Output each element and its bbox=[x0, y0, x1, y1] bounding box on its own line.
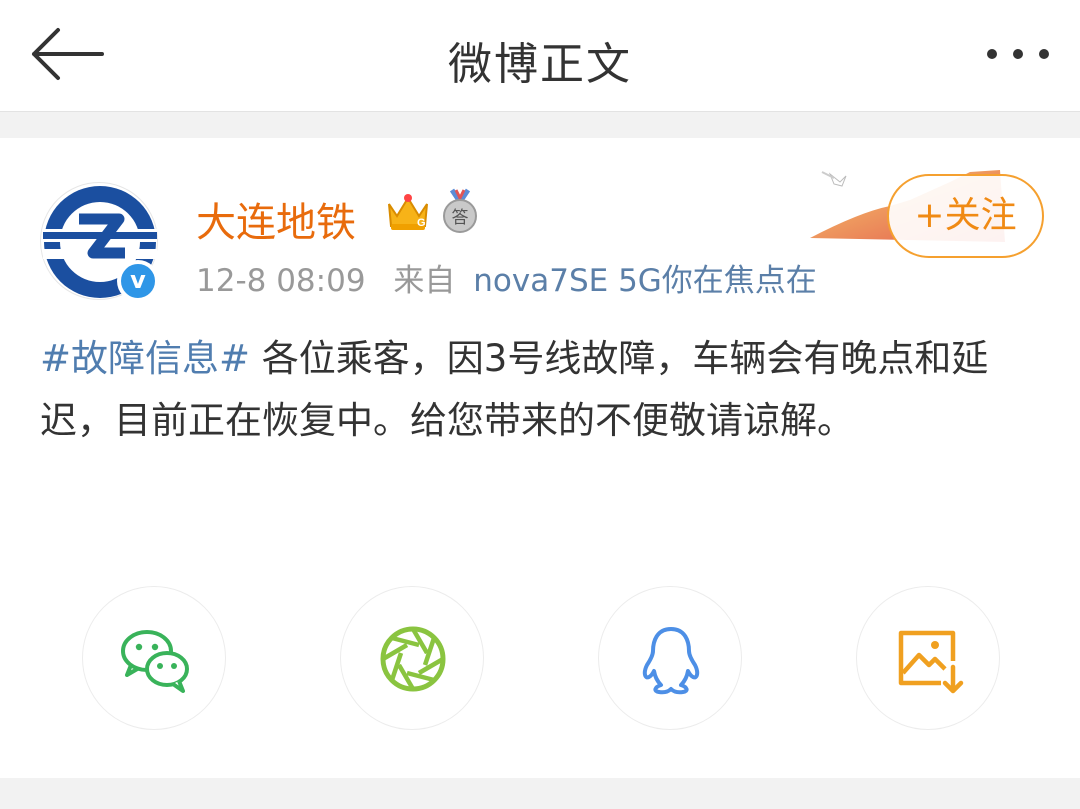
author-name[interactable]: 大连地铁 bbox=[196, 190, 356, 248]
crown-member-icon[interactable]: G bbox=[385, 190, 431, 234]
wechat-icon bbox=[121, 630, 189, 693]
save-image-icon bbox=[898, 630, 964, 694]
share-wechat-button[interactable] bbox=[82, 586, 226, 730]
more-button[interactable] bbox=[978, 34, 1058, 74]
post-text: #故障信息# 各位乘客，因3号线故障，车辆会有晚点和延迟，目前正在恢复中。给您带… bbox=[40, 328, 1040, 452]
more-dots-icon bbox=[987, 49, 1049, 59]
follow-button[interactable]: +关注 bbox=[887, 174, 1044, 258]
save-image-button[interactable] bbox=[856, 586, 1000, 730]
share-qq-button[interactable] bbox=[598, 586, 742, 730]
top-nav-bar: 微博正文 bbox=[0, 0, 1080, 112]
crown-level-label: G bbox=[417, 217, 426, 229]
post-time: 12-8 08:09 bbox=[196, 263, 366, 299]
medal-label: 答 bbox=[452, 208, 469, 228]
bottom-divider bbox=[0, 778, 1080, 809]
answer-medal-icon[interactable]: 答 bbox=[440, 188, 480, 234]
qq-icon bbox=[642, 627, 700, 695]
source-prefix: 来自 bbox=[393, 263, 456, 299]
topic-tag[interactable]: #故障信息# bbox=[40, 337, 250, 380]
post-source[interactable]: nova7SE 5G你在焦点在 bbox=[473, 263, 817, 299]
moments-icon bbox=[380, 626, 446, 692]
section-divider bbox=[0, 112, 1080, 138]
post-card: v 大连地铁 G 答 12-8 08:09 来自 nova7SE 5G你在焦点在… bbox=[0, 138, 1080, 778]
post-meta: 12-8 08:09 来自 nova7SE 5G你在焦点在 bbox=[196, 255, 817, 300]
verified-badge: v bbox=[117, 260, 159, 302]
share-moments-button[interactable] bbox=[340, 586, 484, 730]
page-title: 微博正文 bbox=[448, 39, 632, 90]
